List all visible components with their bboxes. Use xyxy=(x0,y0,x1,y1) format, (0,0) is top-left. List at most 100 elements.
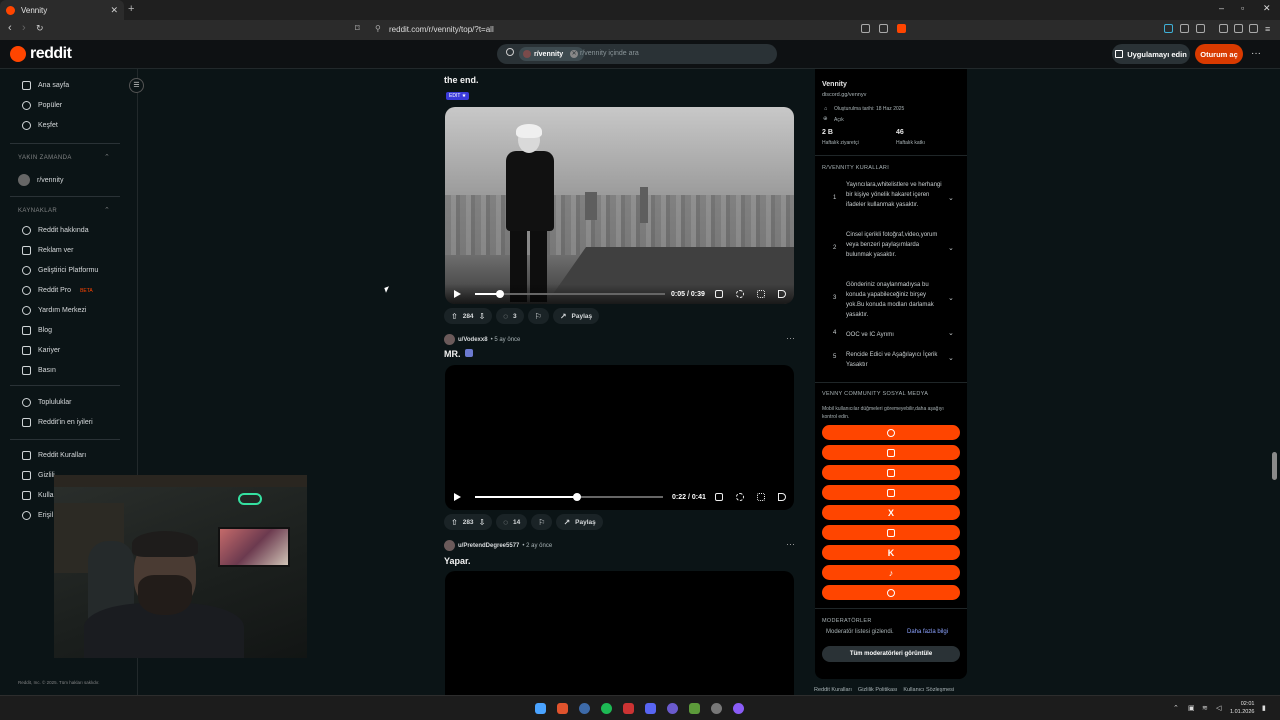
forward-icon[interactable]: › xyxy=(22,22,26,34)
comments-button[interactable]: ◌ 3 xyxy=(496,308,524,324)
chevron-up-icon[interactable]: ⌃ xyxy=(104,206,110,214)
learn-more-link[interactable]: Daha fazla bilgi xyxy=(907,629,948,635)
sidebar-item-press[interactable]: Basın xyxy=(22,366,56,375)
social-button-instagram[interactable] xyxy=(822,485,960,500)
social-button-discord[interactable] xyxy=(822,445,960,460)
minimize-icon[interactable]: – xyxy=(1219,3,1224,13)
brave-browser-icon[interactable] xyxy=(557,703,568,714)
sidebar-item-explore[interactable]: Keşfet xyxy=(22,121,58,130)
upvote-icon[interactable]: ⇧ xyxy=(451,312,458,321)
settings-icon[interactable] xyxy=(736,290,744,298)
chevron-up-icon[interactable]: ⌃ xyxy=(104,153,110,161)
install-app-icon[interactable] xyxy=(861,24,870,33)
obs-app-icon[interactable] xyxy=(689,703,700,714)
bookmark-icon[interactable]: ⌑ xyxy=(355,23,360,34)
tray-chevron-icon[interactable]: ⌃ xyxy=(1173,704,1179,712)
fullscreen-icon[interactable] xyxy=(757,290,765,298)
chevron-down-icon[interactable]: ⌄ xyxy=(948,194,954,202)
play-icon[interactable] xyxy=(454,290,461,298)
video-progress-knob[interactable] xyxy=(572,493,581,501)
sidebar-item-communities[interactable]: Topluluklar xyxy=(22,398,71,407)
discord-app-icon[interactable] xyxy=(667,703,678,714)
brave-shield-icon[interactable] xyxy=(897,24,906,33)
video-player[interactable]: 0:22 / 0:41 xyxy=(445,365,794,510)
sidebar-item-reddit-pro[interactable]: Reddit Pro BETA xyxy=(22,286,93,295)
extensions-icon[interactable] xyxy=(1180,24,1189,33)
social-button-tiktok[interactable]: ♪ xyxy=(822,565,960,580)
sidebar-item-developer-platform[interactable]: Geliştirici Platformu xyxy=(22,266,98,275)
back-icon[interactable]: ‹ xyxy=(8,22,12,34)
volume-icon[interactable] xyxy=(778,493,786,501)
social-button-twitch[interactable] xyxy=(822,525,960,540)
author-avatar[interactable] xyxy=(444,540,455,551)
footer-link-agreement[interactable]: Kullanıcı Sözleşmesi xyxy=(903,687,954,693)
sidebar-item-accessibility[interactable]: Erişil xyxy=(22,511,53,520)
post-options-icon[interactable]: ··· xyxy=(786,333,795,343)
sidebar-item-blog[interactable]: Blog xyxy=(22,326,52,335)
search-bar[interactable]: r/vennity ✕ r/vennity içinde ara xyxy=(497,44,777,64)
author-avatar[interactable] xyxy=(444,334,455,345)
footer-link-privacy[interactable]: Gizlilik Politikası xyxy=(858,687,897,693)
footer-link-rules[interactable]: Reddit Kuralları xyxy=(814,687,852,693)
post-flair[interactable]: EDIT ★ xyxy=(446,92,470,100)
share-page-icon[interactable] xyxy=(879,24,888,33)
tray-app-icon[interactable]: ▣ xyxy=(1188,704,1195,712)
downloads-icon[interactable] xyxy=(1219,24,1228,33)
social-button-youtube[interactable] xyxy=(822,465,960,480)
clear-scope-icon[interactable]: ✕ xyxy=(570,50,579,58)
recent-heading[interactable]: YAKIN ZAMANDA xyxy=(18,155,72,161)
app-icon[interactable] xyxy=(645,703,656,714)
social-button-steam[interactable] xyxy=(822,585,960,600)
award-button[interactable]: ⚐ xyxy=(527,308,549,324)
resources-heading[interactable]: KAYNAKLAR xyxy=(18,208,57,214)
share-button[interactable]: ↗ Paylaş xyxy=(556,514,603,530)
captions-icon[interactable] xyxy=(715,493,723,501)
window-close-icon[interactable]: ✕ xyxy=(1263,3,1271,14)
url-field[interactable]: reddit.com/r/vennity/top/?t=all xyxy=(389,25,494,34)
social-button-threads[interactable] xyxy=(822,425,960,440)
search-scope-chip[interactable]: r/vennity ✕ xyxy=(519,47,585,61)
page-scrollbar[interactable] xyxy=(1272,69,1278,695)
notification-icon[interactable]: ▮ xyxy=(1262,704,1266,712)
post-title[interactable]: Yapar. xyxy=(444,556,471,566)
play-icon[interactable] xyxy=(454,493,461,501)
sidebar-item-home[interactable]: Ana sayfa xyxy=(22,81,69,90)
video-progress-knob[interactable] xyxy=(495,290,504,298)
windows-start-icon[interactable] xyxy=(535,703,546,714)
browser-menu-icon[interactable]: ≡ xyxy=(1265,24,1270,34)
get-app-button[interactable]: Uygulamayı edin xyxy=(1112,44,1190,64)
sidebar-item-privacy[interactable]: Gizlili xyxy=(22,471,55,480)
app-icon[interactable] xyxy=(733,703,744,714)
video-player[interactable]: 0:05 / 0:39 xyxy=(445,107,794,304)
browser-tab[interactable]: Vennity ✕ xyxy=(0,0,124,20)
reddit-wordmark[interactable]: reddit xyxy=(30,45,72,63)
comments-button[interactable]: ◌ 14 xyxy=(496,514,528,530)
video-progress-bar[interactable] xyxy=(475,290,665,298)
downvote-icon[interactable]: ⇩ xyxy=(479,312,486,321)
media-icon[interactable] xyxy=(1234,24,1243,33)
volume-tray-icon[interactable]: ◁ xyxy=(1216,704,1221,712)
chevron-down-icon[interactable]: ⌄ xyxy=(948,244,954,252)
close-tab-icon[interactable]: ✕ xyxy=(110,5,118,16)
sidebar-item-careers[interactable]: Kariyer xyxy=(22,346,60,355)
volume-icon[interactable] xyxy=(778,290,786,298)
taskbar-clock[interactable]: 02:01 1.01.2026 xyxy=(1230,700,1254,716)
sidebar-item-rules[interactable]: Reddit Kuralları xyxy=(22,451,86,460)
post-title[interactable]: MR. xyxy=(444,349,474,359)
login-button[interactable]: Oturum aç xyxy=(1195,44,1243,64)
media-app-icon[interactable] xyxy=(623,703,634,714)
search-input[interactable]: r/vennity içinde ara xyxy=(580,50,639,57)
video-player[interactable] xyxy=(445,571,794,695)
fullscreen-icon[interactable] xyxy=(757,493,765,501)
sidebar-item-user-agreement[interactable]: Kullan xyxy=(22,491,57,500)
extension-icon[interactable] xyxy=(1164,24,1173,33)
chevron-down-icon[interactable]: ⌄ xyxy=(948,294,954,302)
share-button[interactable]: ↗ Paylaş xyxy=(552,308,600,324)
scrollbar-thumb[interactable] xyxy=(1272,452,1277,480)
sidebar-toggle-icon[interactable] xyxy=(1249,24,1258,33)
chevron-down-icon[interactable]: ⌄ xyxy=(948,329,954,337)
downvote-icon[interactable]: ⇩ xyxy=(479,518,486,527)
award-button[interactable]: ⚐ xyxy=(531,514,553,530)
sidebar-item-vennity[interactable]: r/vennity xyxy=(18,174,63,186)
sidebar-item-popular[interactable]: Popüler xyxy=(22,101,62,110)
